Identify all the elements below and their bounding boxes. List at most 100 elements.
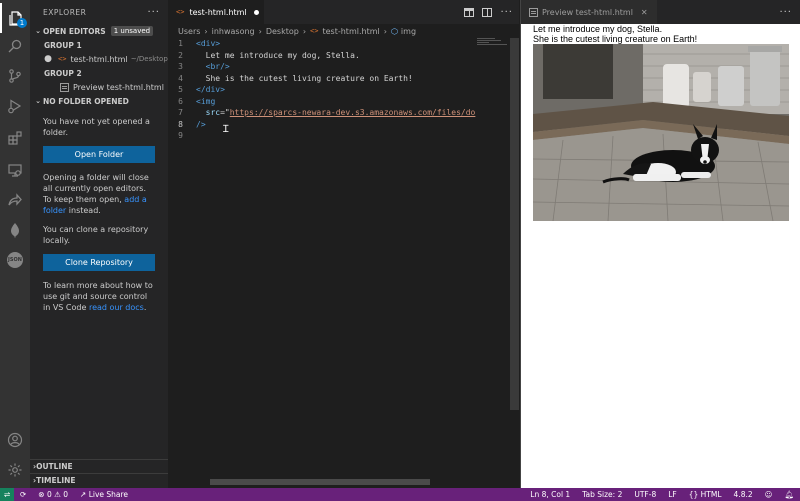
settings-gear-icon[interactable] (0, 455, 30, 485)
symbol-icon: ⬡ (390, 26, 398, 36)
group-1-label: GROUP 1 (44, 40, 82, 50)
code-line[interactable]: 8 /> (168, 119, 519, 131)
preview-tab-bar: Preview test-html.html ✕ ··· (521, 0, 800, 24)
code-line[interactable]: 2 Let me introduce my dog, Stella. (168, 50, 519, 62)
outline-label: OUTLINE (36, 462, 73, 471)
code-line[interactable]: 9 (168, 130, 519, 142)
close-editors-text-end: instead. (66, 206, 101, 215)
json-icon[interactable]: JSON (0, 245, 30, 275)
tab-test-html[interactable]: <> test-html.html (168, 0, 264, 24)
tab-preview[interactable]: Preview test-html.html ✕ (521, 0, 657, 24)
timeline-label: TIMELINE (36, 476, 76, 485)
search-icon[interactable] (0, 31, 30, 61)
end-of-line[interactable]: LF (662, 488, 683, 501)
code-token: https://sparcs-newara-dev.s3.amazonaws.c… (229, 108, 476, 117)
source-control-sync-icon[interactable]: ⟳ (14, 488, 32, 501)
encoding[interactable]: UTF-8 (628, 488, 662, 501)
breadcrumb-file[interactable]: test-html.html (322, 27, 379, 36)
run-debug-icon[interactable] (0, 91, 30, 121)
mongodb-icon[interactable] (0, 215, 30, 245)
chevron-right-icon: › (383, 26, 387, 36)
open-folder-button[interactable]: Open Folder (43, 146, 155, 163)
activity-bar: 1 JSON (0, 0, 30, 488)
outline-header[interactable]: › OUTLINE (30, 459, 168, 473)
remote-explorer-icon[interactable] (0, 155, 30, 185)
problems-indicator[interactable]: ⊗ 0 ⚠ 0 (32, 488, 74, 501)
chevron-down-icon: ⌄ (35, 27, 41, 35)
editor-more-actions-icon[interactable]: ··· (500, 7, 513, 18)
warning-icon: ⚠ (51, 490, 64, 499)
preview-tab-label: Preview test-html.html (542, 7, 633, 17)
explorer-header: EXPLORER ··· (30, 0, 168, 24)
extensions-icon[interactable] (0, 123, 30, 153)
chevron-right-icon: › (204, 26, 208, 36)
git-docs-text-end: . (143, 303, 147, 312)
no-folder-label: NO FOLDER OPENED (43, 96, 129, 106)
breadcrumb-user[interactable]: inhwasong (212, 27, 255, 36)
read-docs-link[interactable]: read our docs (89, 303, 144, 312)
code-line[interactable]: 4 She is the cutest living creature on E… (168, 73, 519, 85)
breadcrumb-symbol[interactable]: img (401, 27, 416, 36)
chevron-right-icon: › (302, 26, 307, 36)
no-folder-message: You have not yet opened a folder. (43, 117, 150, 137)
language-label: HTML (700, 490, 722, 499)
remote-indicator-icon[interactable]: ⇌ (0, 488, 14, 501)
code-token: She is the cutest living creature on Ear… (196, 73, 413, 83)
close-editors-message: Opening a folder will close all currentl… (30, 172, 168, 216)
vertical-scrollbar[interactable] (510, 38, 519, 410)
minimap[interactable] (477, 38, 513, 48)
account-icon[interactable] (0, 425, 30, 455)
breadcrumb-desktop[interactable]: Desktop (266, 27, 299, 36)
explorer-sidebar: EXPLORER ··· ⌄ OPEN EDITORS 1 unsaved GR… (30, 0, 168, 488)
live-share-label: Live Share (88, 490, 129, 499)
code-area[interactable]: 1 <div> 2 Let me introduce my dog, Stella.… (168, 38, 519, 142)
typescript-version[interactable]: 4.8.2 (728, 488, 759, 501)
preview-icon (60, 82, 69, 92)
open-editors-header[interactable]: ⌄ OPEN EDITORS 1 unsaved (30, 24, 168, 38)
preview-panel: Preview test-html.html ✕ ··· Let me intr… (520, 0, 800, 488)
open-editor-preview[interactable]: Preview test-html.html (30, 80, 168, 94)
tab-label: test-html.html (189, 7, 247, 17)
code-line[interactable]: 3 <br/> (168, 61, 519, 73)
notifications-bell-icon[interactable]: 🔔︎ (778, 488, 800, 501)
code-line[interactable]: 7 src =" https://sparcs-newara-dev.s3.amaz… (168, 107, 519, 119)
explorer-title: EXPLORER (43, 7, 87, 17)
toggle-preview-icon[interactable] (464, 7, 475, 17)
git-docs-message: To learn more about how to use git and s… (30, 280, 168, 313)
no-folder-header[interactable]: ⌄ NO FOLDER OPENED (30, 94, 168, 108)
feedback-icon[interactable]: ☺ (759, 488, 779, 501)
preview-content: Let me introduce my dog, Stella. She is … (521, 24, 800, 221)
horizontal-scrollbar[interactable] (210, 479, 430, 485)
editor-actions: ··· (464, 0, 513, 24)
code-line[interactable]: 5 </div> (168, 84, 519, 96)
code-line[interactable]: 6 <img (168, 96, 519, 108)
preview-icon (529, 7, 538, 17)
error-icon: ⊗ (38, 490, 47, 499)
language-mode[interactable]: {} HTML (683, 488, 728, 501)
breadcrumb-users[interactable]: Users (178, 27, 200, 36)
unsaved-dot-icon[interactable] (253, 9, 259, 15)
cursor-position[interactable]: Ln 8, Col 1 (524, 488, 576, 501)
live-share-icon[interactable] (0, 185, 30, 215)
code-line[interactable]: 1 <div> (168, 38, 519, 50)
tab-size[interactable]: Tab Size: 2 (576, 488, 628, 501)
live-share-button[interactable]: ↗ Live Share (74, 488, 134, 501)
line-number: 7 (178, 108, 183, 117)
explorer-more-actions-icon[interactable]: ··· (147, 7, 160, 18)
explorer-badge: 1 (17, 18, 27, 28)
status-bar: ⇌ ⟳ ⊗ 0 ⚠ 0 ↗ Live Share Ln 8, Col 1 Tab… (0, 488, 800, 501)
files-icon[interactable]: 1 (0, 3, 30, 33)
open-editor-preview-name: Preview test-html.html (73, 82, 164, 92)
split-editor-icon[interactable] (482, 7, 493, 17)
timeline-header[interactable]: › TIMELINE (30, 473, 168, 487)
code-token: =" (220, 108, 230, 117)
source-control-icon[interactable] (0, 61, 30, 91)
preview-more-actions-icon[interactable]: ··· (779, 0, 792, 24)
chevron-right-icon: › (258, 26, 262, 36)
text-cursor-icon: Ɪ (223, 124, 229, 135)
chevron-down-icon: ⌄ (35, 97, 41, 105)
open-editor-test-html[interactable]: ● <> test-html.html ~/Desktop (30, 52, 168, 66)
unsaved-badge: 1 unsaved (110, 26, 154, 36)
close-icon[interactable]: ✕ (641, 8, 648, 17)
clone-repository-button[interactable]: Clone Repository (43, 254, 155, 271)
